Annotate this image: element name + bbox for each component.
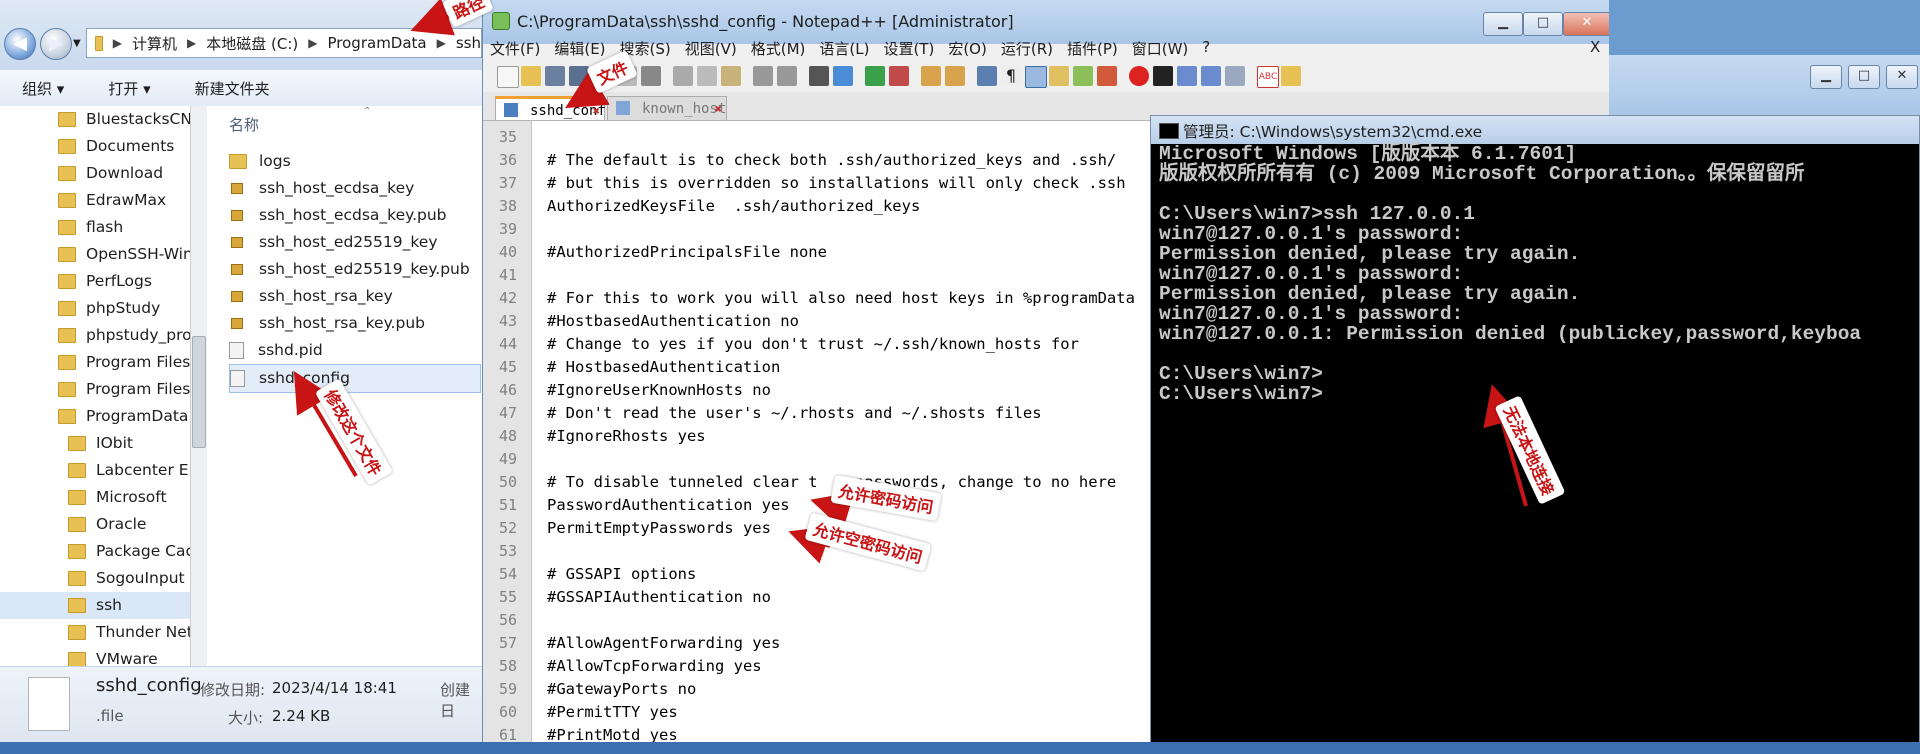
annotation-arrows	[293, 0, 1528, 564]
